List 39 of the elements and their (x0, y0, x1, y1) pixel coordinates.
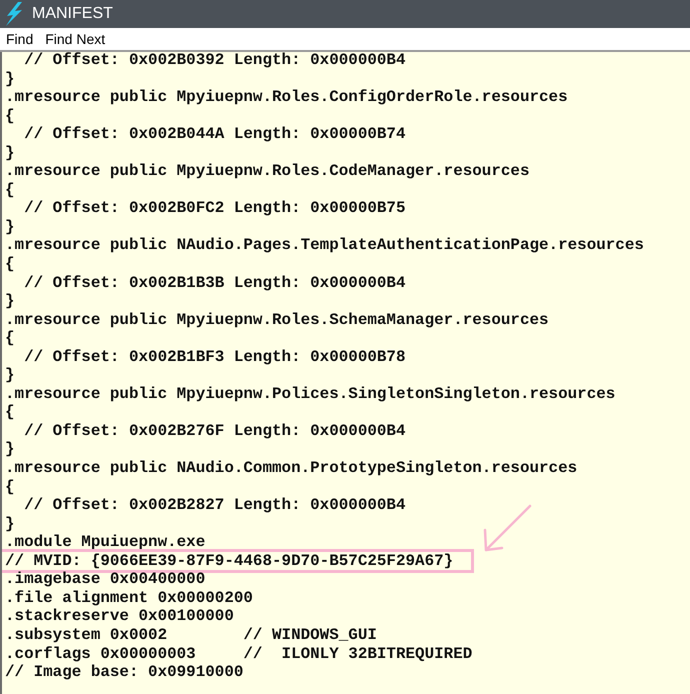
code-line: { (5, 180, 15, 200)
code-line: { (5, 478, 15, 496)
code-line: .subsystem 0x0002 // WINDOWS_GUI (5, 626, 377, 644)
code-line: .mresource public NAudio.Common.PrototypeSingleton.resources (5, 459, 578, 478)
window-title: MANIFEST (32, 4, 113, 24)
menu-item[interactable]: Find (0, 28, 40, 50)
code-line: // Offset: 0x002B0392 Length: 0x000000B4 (23, 52, 406, 70)
code-line: .module Mpuiuepnw.exe (5, 533, 206, 552)
highlighted-code-line: // MVID: {9066EE39-87F9-4468-9D70-B57C25F29A67} (2, 552, 472, 570)
code-line: .mresource public Mpyiuepnw.Roles.SchemaManager.resources (5, 310, 549, 330)
code-line: { (5, 255, 15, 274)
annotation-arrow (484, 504, 532, 552)
code-line: .mresource public Mpyiuepnw.Roles.ConfigOrderRole.resources (5, 88, 568, 107)
code-line: } (5, 70, 15, 88)
code-line: // Offset: 0x002B044A Length: 0x00000B74 (23, 125, 406, 144)
code-line: { (5, 403, 15, 422)
menu-item[interactable]: Find Next (39, 28, 112, 50)
code-line: } (5, 366, 15, 385)
code-line: // Offset: 0x002B2827 Length: 0x000000B4 (23, 496, 406, 515)
code-line: .mresource public Mpyiuepnw.Roles.CodeManager.resources (5, 162, 530, 181)
code-line: } (5, 218, 15, 236)
code-line: // Offset: 0x002B276F Length: 0x000000B4 (23, 422, 406, 440)
code-line: // Offset: 0x002B0FC2 Length: 0x00000B75 (23, 199, 406, 218)
code-line: .file alignment 0x00000200 (5, 588, 253, 608)
lightning-icon (4, 2, 24, 26)
code-line: } (5, 144, 15, 162)
code-line: // Offset: 0x002B1BF3 Length: 0x00000B78 (23, 348, 406, 366)
code-line: } (5, 292, 15, 311)
code-line: } (5, 514, 15, 534)
code-line: { (5, 329, 15, 348)
code-line: .stackreserve 0x00100000 (5, 607, 234, 626)
code-line: // Image base: 0x09910000 (5, 663, 244, 682)
code-line: .mresource public NAudio.Pages.TemplateAuthenticationPage.resources (5, 236, 644, 256)
code-line: { (5, 106, 15, 126)
code-line: .mresource public Mpyiuepnw.Polices.SingletonSingleton.resources (5, 384, 616, 404)
code-line: // Offset: 0x002B1B3B Length: 0x000000B4 (23, 274, 406, 292)
code-line: .corflags 0x00000003 // ILONLY 32BITREQUIRED (5, 644, 472, 664)
code-line: } (5, 440, 15, 460)
code-line: .imagebase 0x00400000 (5, 570, 206, 589)
